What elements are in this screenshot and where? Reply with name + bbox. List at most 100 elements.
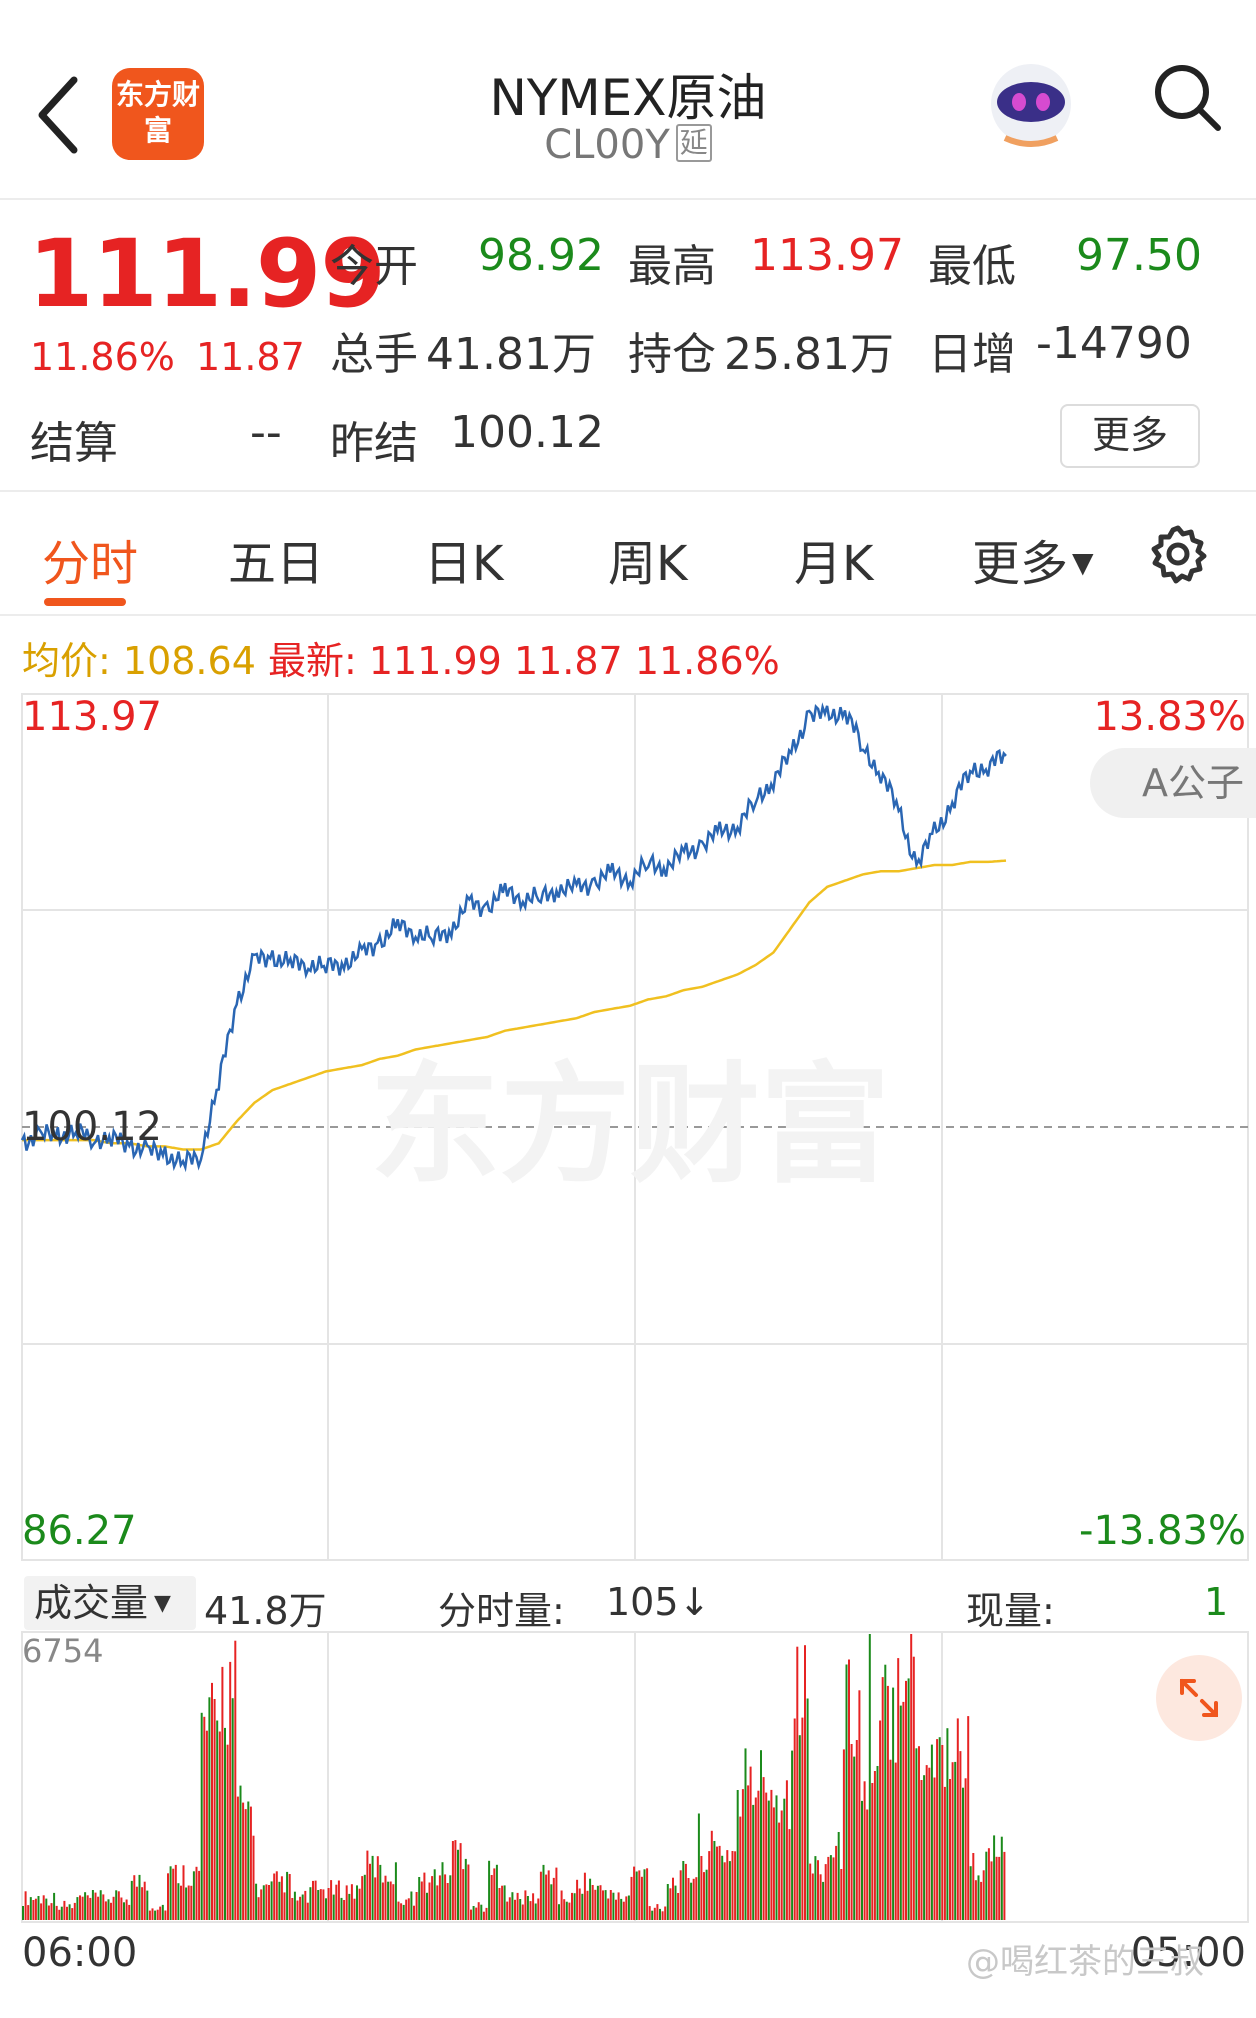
volume-bar <box>358 1888 361 1920</box>
volume-bar <box>760 1750 762 1920</box>
tab-intraday[interactable]: 分时 <box>42 524 138 594</box>
volume-bar <box>894 1762 897 1920</box>
volume-bar <box>589 1878 592 1920</box>
volume-bar <box>449 1875 452 1920</box>
volume-bar <box>959 1751 962 1920</box>
volume-bar <box>534 1903 537 1920</box>
volume-bar <box>464 1858 467 1920</box>
volume-bar <box>413 1905 415 1920</box>
volume-bar <box>586 1890 589 1920</box>
volume-bar <box>928 1767 931 1920</box>
volume-bar <box>177 1883 180 1920</box>
volume-bar <box>886 1685 889 1920</box>
volume-bar <box>221 1666 224 1920</box>
volume-bar <box>817 1860 819 1920</box>
volume-bar <box>850 1744 853 1920</box>
volume-bar <box>438 1875 441 1920</box>
volume-bar <box>602 1890 604 1920</box>
volume-bar <box>262 1885 265 1920</box>
volume-bar <box>418 1877 421 1920</box>
volume-bar <box>387 1881 390 1920</box>
volume-bar <box>677 1893 680 1920</box>
volume-bar <box>848 1659 850 1920</box>
volume-bar <box>102 1894 105 1920</box>
volume-bar <box>511 1892 514 1920</box>
tab-daily-k[interactable]: 日K <box>424 524 503 594</box>
volume-bar <box>211 1682 213 1920</box>
settle-value: -- <box>250 407 282 458</box>
volume-chart[interactable] <box>0 1630 1256 1930</box>
volume-bar <box>495 1864 498 1920</box>
volume-bar <box>29 1897 32 1920</box>
volume-bar <box>936 1739 939 1920</box>
volume-bar <box>798 1735 801 1920</box>
assistant-robot-icon[interactable] <box>985 52 1077 152</box>
volume-bar <box>314 1880 317 1920</box>
volume-bar <box>772 1807 775 1920</box>
volume-bar <box>809 1863 812 1920</box>
volume-bar <box>672 1877 674 1920</box>
volume-bar <box>268 1885 270 1920</box>
volume-bar <box>697 1813 700 1920</box>
a-gongzi-button[interactable]: A公子 <box>1090 748 1256 818</box>
intraday-chart[interactable]: 东方财富 <box>0 690 1256 1570</box>
settings-gear-icon[interactable] <box>1146 522 1210 586</box>
volume-bar <box>941 1745 944 1920</box>
volume-bar <box>343 1900 346 1920</box>
volume-bar <box>205 1730 208 1920</box>
volume-bar <box>58 1909 61 1920</box>
volume-bar <box>537 1898 540 1920</box>
volume-bar <box>192 1871 195 1920</box>
volume-bar <box>982 1870 985 1920</box>
volume-bar <box>1000 1836 1003 1920</box>
volume-bar <box>79 1895 81 1920</box>
volume-bar <box>604 1890 607 1920</box>
volume-bar <box>229 1661 232 1920</box>
volume-bar <box>568 1902 571 1920</box>
volume-bar <box>609 1890 612 1920</box>
volume-bar <box>275 1871 278 1920</box>
volume-bar <box>319 1889 322 1920</box>
tab-five-day[interactable]: 五日 <box>228 524 324 594</box>
volume-bar <box>995 1856 998 1920</box>
more-quote-button[interactable]: 更多 <box>1060 404 1200 468</box>
tab-weekly-k[interactable]: 周K <box>608 524 687 594</box>
expand-icon[interactable] <box>1156 1655 1242 1741</box>
volume-bar <box>651 1910 654 1920</box>
search-icon[interactable] <box>1148 58 1228 138</box>
chart-watermark: 东方财富 <box>370 1049 890 1201</box>
volume-bar <box>394 1862 397 1920</box>
volume-indicator-select[interactable]: 成交量 ▼ <box>24 1576 196 1630</box>
volume-bar <box>169 1866 172 1920</box>
volume-bar <box>130 1880 133 1920</box>
volume-bar <box>213 1699 216 1920</box>
volume-bar <box>550 1884 553 1920</box>
volume-bar <box>348 1893 351 1920</box>
volume-bar <box>625 1896 628 1920</box>
volume-bar <box>501 1885 504 1920</box>
volume-bar <box>252 1835 255 1920</box>
volume-bar <box>50 1903 53 1920</box>
volume-bar <box>1003 1851 1006 1920</box>
tab-more[interactable]: 更多 ▼ <box>972 524 1094 594</box>
volume-bar <box>32 1900 35 1920</box>
volume-bar <box>765 1792 768 1920</box>
volume-bar <box>620 1898 623 1920</box>
volume-bar <box>146 1890 149 1920</box>
volume-bar <box>60 1906 63 1920</box>
volume-bar <box>482 1911 485 1920</box>
volume-bar <box>81 1896 84 1920</box>
tab-monthly-k[interactable]: 月K <box>794 524 873 594</box>
open-interest-label: 持仓 <box>628 329 716 380</box>
volume-bar <box>283 1892 286 1920</box>
volume-bar <box>40 1903 43 1920</box>
volume-bar <box>954 1761 957 1920</box>
volume-bar <box>630 1876 633 1920</box>
volume-bar <box>451 1841 454 1920</box>
volume-bar <box>943 1786 946 1920</box>
volume-bar <box>946 1728 949 1920</box>
volume-bar <box>977 1875 980 1920</box>
volume-bar <box>741 1789 744 1920</box>
volume-bar <box>506 1901 509 1920</box>
volume-bar <box>980 1881 983 1920</box>
